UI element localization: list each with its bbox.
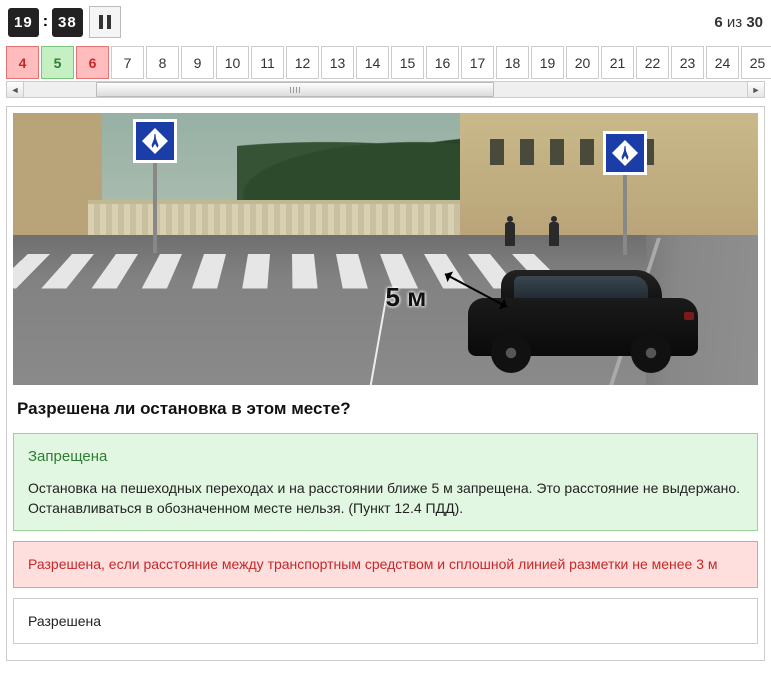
question-nav-cell-21[interactable]: 21 <box>601 46 634 79</box>
pedestrian-icon <box>549 222 559 246</box>
scroll-thumb[interactable] <box>96 82 494 97</box>
question-nav-cell-18[interactable]: 18 <box>496 46 529 79</box>
question-nav-cell-25[interactable]: 25 <box>741 46 771 79</box>
timer-colon: : <box>41 13 50 31</box>
question-nav-cell-20[interactable]: 20 <box>566 46 599 79</box>
question-nav-cell-23[interactable]: 23 <box>671 46 704 79</box>
pedestrian-crossing-sign-icon <box>133 119 177 163</box>
scroll-track[interactable] <box>24 82 747 97</box>
question-nav: 45678910111213141516171819202122232425 <box>0 42 771 81</box>
question-nav-cell-11[interactable]: 11 <box>251 46 284 79</box>
question-nav-cell-13[interactable]: 13 <box>321 46 354 79</box>
content-panel: 5 м Разрешена ли остановка в этом месте?… <box>6 106 765 661</box>
question-nav-cell-7[interactable]: 7 <box>111 46 144 79</box>
progress-indicator: 6 из 30 <box>714 14 763 31</box>
question-nav-cell-5[interactable]: 5 <box>41 46 74 79</box>
question-nav-cell-24[interactable]: 24 <box>706 46 739 79</box>
timer-seconds: 38 <box>52 8 83 37</box>
question-nav-cell-9[interactable]: 9 <box>181 46 214 79</box>
answer-option-2[interactable]: Разрешена, если расстояние между транспо… <box>13 541 758 587</box>
answer-option-1[interactable]: Запрещена Остановка на пешеходных переход… <box>13 433 758 531</box>
question-nav-cell-14[interactable]: 14 <box>356 46 389 79</box>
pause-icon <box>99 15 111 29</box>
progress-sep: из <box>727 14 742 31</box>
pedestrian-crossing-sign-icon <box>603 131 647 175</box>
question-nav-cell-8[interactable]: 8 <box>146 46 179 79</box>
pause-button[interactable] <box>89 6 121 38</box>
question-text: Разрешена ли остановка в этом месте? <box>13 385 758 433</box>
question-nav-cell-19[interactable]: 19 <box>531 46 564 79</box>
question-nav-cell-4[interactable]: 4 <box>6 46 39 79</box>
car <box>468 265 698 375</box>
question-nav-cell-22[interactable]: 22 <box>636 46 669 79</box>
question-nav-cell-6[interactable]: 6 <box>76 46 109 79</box>
answer-explanation: Остановка на пешеходных переходах и на р… <box>28 478 743 519</box>
pedestrian-icon <box>505 222 515 246</box>
timer: 19 : 38 <box>8 8 83 37</box>
answer-title: Запрещена <box>28 446 743 468</box>
question-nav-cell-10[interactable]: 10 <box>216 46 249 79</box>
progress-total: 30 <box>746 14 763 31</box>
scroll-left-arrow-icon[interactable]: ◄ <box>7 82 24 97</box>
answer-title: Разрешена, если расстояние между транспо… <box>28 554 743 574</box>
question-nav-cell-16[interactable]: 16 <box>426 46 459 79</box>
question-nav-cell-17[interactable]: 17 <box>461 46 494 79</box>
question-nav-cell-12[interactable]: 12 <box>286 46 319 79</box>
question-image: 5 м <box>13 113 758 385</box>
distance-label: 5 м <box>386 282 427 313</box>
scroll-right-arrow-icon[interactable]: ► <box>747 82 764 97</box>
question-nav-cell-15[interactable]: 15 <box>391 46 424 79</box>
progress-current: 6 <box>714 14 722 31</box>
nav-scrollbar[interactable]: ◄ ► <box>6 81 765 98</box>
top-bar: 19 : 38 6 из 30 <box>0 0 771 42</box>
answers-list: Запрещена Остановка на пешеходных переход… <box>13 433 758 644</box>
answer-option-3[interactable]: Разрешена <box>13 598 758 644</box>
question-nav-wrapper: 45678910111213141516171819202122232425 ◄… <box>0 42 771 100</box>
timer-minutes: 19 <box>8 8 39 37</box>
answer-title: Разрешена <box>28 611 743 631</box>
